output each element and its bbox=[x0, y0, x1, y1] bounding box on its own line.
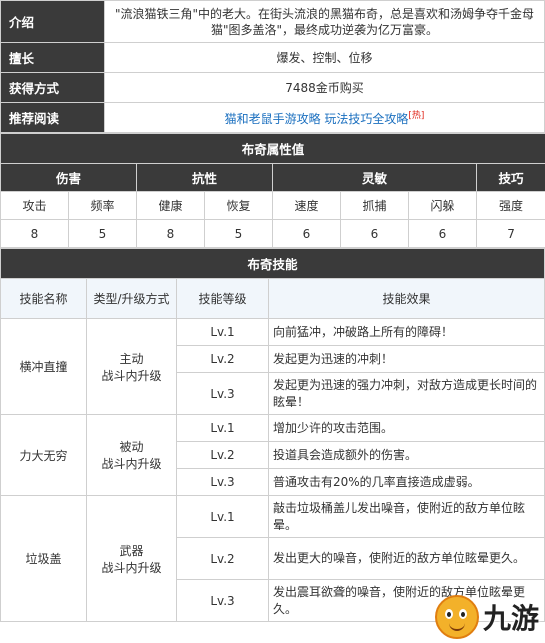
obtain-label: 获得方式 bbox=[0, 72, 105, 103]
skill-effect: 发起更为迅速的冲刺！ bbox=[268, 345, 545, 373]
skill-level: Lv.1 bbox=[176, 495, 269, 538]
attr-col-frequency: 频率 bbox=[68, 191, 137, 220]
skill-value: 爆发、控制、位移 bbox=[104, 42, 545, 73]
attribute-table: 布奇属性值 伤害 抗性 灵敏 技巧 攻击 频率 健康 恢复 速度 抓捕 闪躲 强… bbox=[0, 133, 545, 248]
attr-col-recovery: 恢复 bbox=[204, 191, 273, 220]
group-skill: 技巧 bbox=[475, 163, 545, 192]
skill-type-cell: 武器 战斗内升级 bbox=[86, 495, 177, 622]
attribute-title: 布奇属性值 bbox=[0, 133, 545, 164]
watermark: 九游 bbox=[434, 595, 539, 639]
skill-upgrade: 战斗内升级 bbox=[101, 560, 162, 575]
skill-effect: 发起更为迅速的强力冲刺，对敌方造成更长时间的眩晕！ bbox=[268, 372, 545, 415]
watermark-text: 九游 bbox=[482, 602, 539, 635]
skill-level: Lv.2 bbox=[176, 345, 269, 373]
skill-level: Lv.1 bbox=[176, 414, 269, 442]
obtain-value: 7488金币购买 bbox=[104, 72, 545, 103]
skill-upgrade: 战斗内升级 bbox=[101, 457, 162, 471]
info-table: 介绍 "流浪猫铁三角"中的老大。在街头流浪的黑猫布奇，总是喜欢和汤姆争夺千金母猫… bbox=[0, 0, 545, 133]
page: 介绍 "流浪猫铁三角"中的老大。在街头流浪的黑猫布奇，总是喜欢和汤姆争夺千金母猫… bbox=[0, 0, 545, 643]
skill-level: Lv.1 bbox=[176, 318, 269, 346]
attr-col-speed: 速度 bbox=[272, 191, 341, 220]
skills-header-type: 类型/升级方式 bbox=[86, 278, 177, 319]
skill-name: 垃圾盖 bbox=[0, 495, 87, 622]
skill-type: 被动 bbox=[119, 440, 144, 454]
skill-effect: 发出更大的噪音，使附近的敌方单位眩晕更久。 bbox=[268, 537, 545, 580]
skills-header-name: 技能名称 bbox=[0, 278, 87, 319]
skills-table: 布奇技能 技能名称 类型/升级方式 技能等级 技能效果 横冲直撞 主动 战斗内升… bbox=[0, 248, 545, 622]
recommend-cell: 猫和老鼠手游攻略 玩法技巧全攻略[热] bbox=[104, 102, 545, 133]
skill-effect: 向前猛冲，冲破路上所有的障碍！ bbox=[268, 318, 545, 346]
skill-level: Lv.3 bbox=[176, 372, 269, 415]
skill-effect: 投道具会造成额外的伤害。 bbox=[268, 441, 545, 469]
skill-name: 力大无穷 bbox=[0, 414, 87, 496]
skills-header-level: 技能等级 bbox=[176, 278, 269, 319]
skill-level: Lv.3 bbox=[176, 468, 269, 496]
skill-effect: 敲击垃圾桶盖儿发出噪音，使附近的敌方单位眩晕。 bbox=[268, 495, 545, 538]
skill-level: Lv.2 bbox=[176, 537, 269, 580]
attr-col-attack: 攻击 bbox=[0, 191, 69, 220]
attr-val-recovery: 5 bbox=[204, 219, 273, 248]
intro-label: 介绍 bbox=[0, 0, 105, 43]
skill-type: 武器 bbox=[119, 543, 144, 558]
skills-header-effect: 技能效果 bbox=[268, 278, 545, 319]
skill-type: 主动 bbox=[119, 351, 144, 366]
hot-badge: [热] bbox=[408, 111, 425, 121]
skill-effect: 普通攻击有20%的几率直接造成虚弱。 bbox=[268, 468, 545, 496]
group-damage: 伤害 bbox=[0, 163, 137, 192]
group-resist: 抗性 bbox=[136, 163, 273, 192]
mascot-icon bbox=[434, 595, 479, 639]
attr-val-strength: 7 bbox=[475, 219, 545, 248]
attr-col-health: 健康 bbox=[136, 191, 205, 220]
recommend-label: 推荐阅读 bbox=[0, 102, 105, 133]
skills-title: 布奇技能 bbox=[0, 248, 545, 279]
recommend-link[interactable]: 猫和老鼠手游攻略 玩法技巧全攻略 bbox=[225, 112, 409, 126]
attr-col-dodge: 闪躲 bbox=[408, 191, 477, 220]
attr-val-health: 8 bbox=[136, 219, 205, 248]
attr-val-dodge: 6 bbox=[408, 219, 477, 248]
skill-name: 横冲直撞 bbox=[0, 318, 87, 415]
attr-col-strength: 强度 bbox=[475, 191, 545, 220]
attr-val-catch: 6 bbox=[340, 219, 409, 248]
attr-val-attack: 8 bbox=[0, 219, 69, 248]
skill-type-cell: 被动 战斗内升级 bbox=[86, 414, 177, 496]
group-agility: 灵敏 bbox=[272, 163, 477, 192]
skill-label: 擅长 bbox=[0, 42, 105, 73]
attr-col-catch: 抓捕 bbox=[340, 191, 409, 220]
attr-val-frequency: 5 bbox=[68, 219, 137, 248]
attr-val-speed: 6 bbox=[272, 219, 341, 248]
skill-level: Lv.2 bbox=[176, 441, 269, 469]
skill-level: Lv.3 bbox=[176, 579, 269, 622]
skill-effect: 增加少许的攻击范围。 bbox=[268, 414, 545, 442]
skill-type-cell: 主动 战斗内升级 bbox=[86, 318, 177, 415]
skill-upgrade: 战斗内升级 bbox=[101, 368, 162, 383]
intro-text: "流浪猫铁三角"中的老大。在街头流浪的黑猫布奇，总是喜欢和汤姆争夺千金母猫"图多… bbox=[104, 0, 545, 43]
